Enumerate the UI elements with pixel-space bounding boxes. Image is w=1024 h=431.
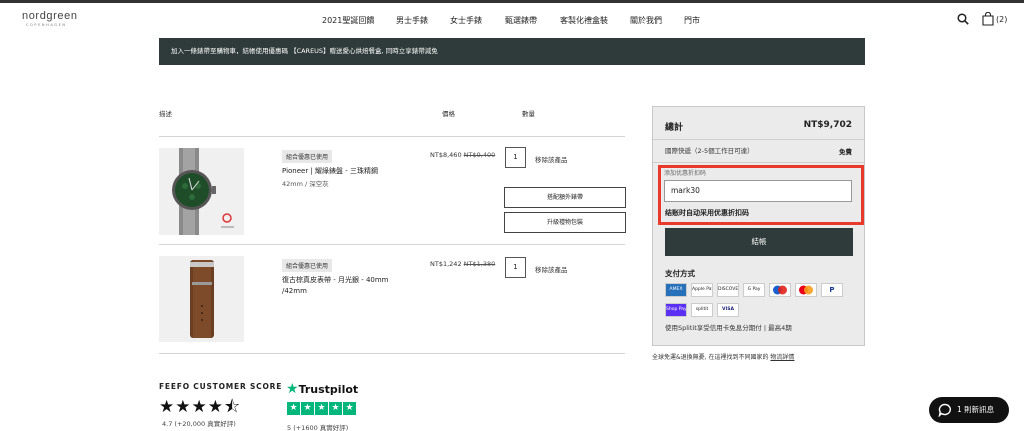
shop-pay-icon: Shop Pay (665, 303, 687, 317)
product-price: NT$8,460 NT$9,400 (430, 151, 496, 159)
promo-banner: 加入一條錶帶至購物車，結帳使用優惠碼 【CAREUS】贈送愛心烘焙餐盒, 同時立… (159, 38, 865, 65)
bag-count[interactable]: (2) (996, 15, 1007, 24)
maestro-icon (769, 283, 791, 297)
add-extra-strap-button[interactable]: 搭配額外錶帶 (504, 187, 626, 208)
original-price: NT$9,400 (463, 151, 496, 159)
discover-icon: DISCOVER (717, 283, 739, 297)
apple-pay-icon: Apple Pay (691, 283, 713, 297)
main-nav: 2021聖誕回饋 男士手錶 女士手錶 甄選錶帶 客製化禮盒裝 關於我們 門市 (0, 15, 1024, 27)
splitit-icon: splitit (691, 303, 713, 317)
column-header-quantity: 數量 (522, 110, 535, 118)
global-shipping-note: 全球免運&退換無憂, 在這裡找到不同國家的 物流詳情 (652, 354, 795, 361)
visa-icon: VISA (717, 303, 739, 317)
checkout-button[interactable]: 結帳 (665, 228, 853, 256)
product-variant: 42mm / 深空灰 (282, 180, 329, 188)
product-name-line2[interactable]: /42mm (282, 286, 307, 297)
shipping-label: 國際快遞（2-5個工作日可達） (665, 147, 754, 155)
product-price: NT$1,242 NT$1,380 (430, 260, 496, 268)
summary-title: 總計 (665, 123, 684, 133)
top-bar-line (0, 0, 1024, 3)
nav-item-women[interactable]: 女士手錶 (450, 15, 482, 26)
upgrade-gift-wrap-button[interactable]: 升級禮物包裝 (504, 212, 626, 233)
feefo-title: FEEFO CUSTOMER SCORE (159, 382, 283, 391)
summary-total: NT$9,702 (803, 120, 852, 130)
divider (653, 139, 864, 140)
shipping-value: 免費 (839, 148, 852, 156)
trustpilot-stars: ★ ★ ★ ★ ★ (287, 402, 357, 415)
nav-item-straps[interactable]: 甄選錶帶 (505, 15, 537, 26)
shopping-bag-icon[interactable] (982, 12, 994, 26)
quantity-input[interactable]: 1 (505, 257, 526, 278)
remove-item-link[interactable]: 移除該產品 (535, 154, 568, 164)
payment-methods-title: 支付方式 (665, 269, 695, 278)
search-icon[interactable] (957, 13, 969, 25)
column-header-price: 價格 (442, 110, 455, 118)
divider (653, 162, 864, 163)
trustpilot-score: 5 (+1600 真實好評) (287, 424, 349, 431)
product-name[interactable]: Pioneer | 耀綠錶盤 - 三珠精鋼 (282, 166, 378, 177)
divider (159, 353, 625, 354)
shipping-details-link[interactable]: 物流詳情 (770, 354, 794, 361)
google-pay-icon: G Pay (743, 283, 765, 297)
original-price: NT$1,380 (463, 260, 496, 268)
nav-item-stores[interactable]: 門市 (684, 15, 700, 26)
bundle-badge: 組合優惠已使用 (282, 150, 333, 163)
nav-item-about[interactable]: 關於我們 (630, 15, 662, 26)
product-image-strap[interactable] (159, 256, 244, 342)
column-header-description: 描述 (159, 110, 172, 118)
chat-bubble-icon[interactable] (938, 403, 952, 417)
quantity-input[interactable]: 1 (505, 147, 526, 168)
divider (159, 244, 625, 245)
nav-item-men[interactable]: 男士手錶 (396, 15, 428, 26)
splitit-note: 使用Splitit享受信用卡免息分期付 | 最高4期 (665, 324, 792, 332)
feefo-score: 4.7 (+20,000 真實好評) (162, 420, 236, 428)
nav-item-xmas[interactable]: 2021聖誕回饋 (322, 15, 374, 26)
trustpilot-logo[interactable]: ★Trustpilot (286, 381, 358, 397)
coupon-label: 添加优惠折扣码 (664, 170, 707, 177)
remove-item-link[interactable]: 移除該產品 (535, 264, 568, 274)
paypal-icon: P (821, 283, 843, 297)
divider (159, 136, 625, 137)
bundle-badge: 組合優惠已使用 (282, 259, 333, 272)
amex-icon: AMEX (665, 283, 687, 297)
mastercard-icon (795, 283, 817, 297)
nav-item-giftbox[interactable]: 客製化禮盒裝 (560, 15, 608, 26)
product-image-watch[interactable] (159, 148, 244, 235)
coupon-note: 结账时自动采用优惠折扣码 (665, 209, 749, 217)
product-name-line1[interactable]: 復古棕真皮表帶 - 月光銀 - 40mm (282, 275, 389, 286)
coupon-code-input[interactable]: mark30 (664, 180, 852, 202)
trustpilot-star-icon: ★ (286, 381, 299, 397)
